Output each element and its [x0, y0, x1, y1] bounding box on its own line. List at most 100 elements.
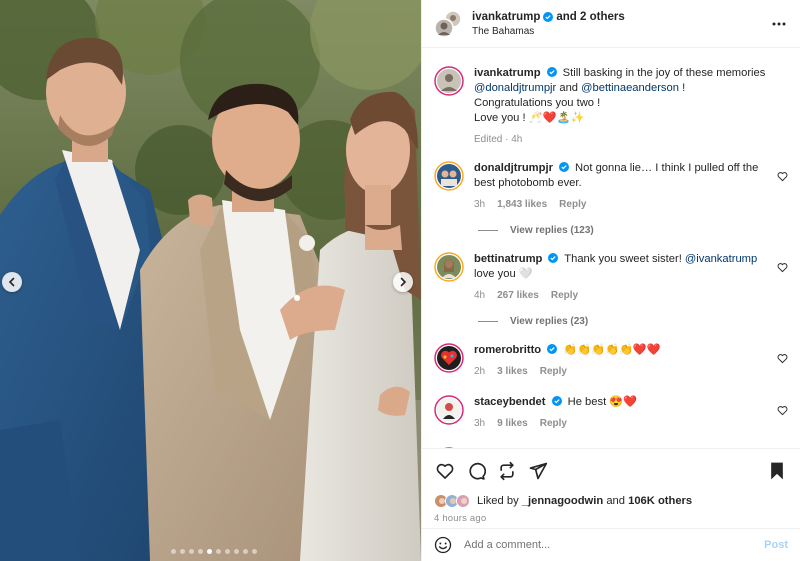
- collab-avatars[interactable]: [434, 9, 462, 38]
- comment: romerobritto 👏👏👏👏👏❤️❤️ 2h 3 likes Reply: [434, 343, 788, 379]
- paper-plane-icon: [529, 462, 548, 480]
- verified-badge-icon: [547, 344, 558, 354]
- comment-time: 3h: [474, 418, 486, 429]
- comment-likes[interactable]: 1,843 likes: [497, 197, 547, 212]
- comment-input[interactable]: [464, 539, 765, 551]
- comment-text: He best 😍❤️: [567, 396, 638, 408]
- carousel-dot: [234, 549, 239, 554]
- post-caption: ivankatrump Still basking in the joy of …: [434, 54, 788, 147]
- reply-button[interactable]: Reply: [540, 364, 567, 379]
- comment-username[interactable]: donaldjtrumpjr: [474, 162, 553, 174]
- chevron-left-icon: [8, 277, 15, 287]
- carousel-dot: [216, 549, 221, 554]
- verified-badge-icon: [558, 162, 569, 172]
- liked-by-label: and: [606, 495, 625, 507]
- liker-avatars[interactable]: [434, 494, 472, 508]
- more-options-button[interactable]: [770, 15, 788, 33]
- divider: [478, 230, 498, 231]
- avatar[interactable]: [434, 252, 464, 282]
- edited-label: Edited · 4h: [474, 134, 523, 145]
- post-header: ivankatrump and 2 others The Bahamas: [422, 0, 800, 48]
- mention-link[interactable]: @bettinaeanderson: [581, 82, 679, 94]
- avatar: [456, 494, 470, 508]
- divider: [478, 321, 498, 322]
- likes-count-link[interactable]: 106K others: [628, 495, 692, 507]
- comment-likes[interactable]: 9 likes: [497, 416, 528, 431]
- previous-photo-button[interactable]: [2, 272, 22, 292]
- bookmark-icon: [771, 462, 783, 480]
- chevron-right-icon: [400, 277, 407, 287]
- share-button[interactable]: [527, 460, 549, 482]
- verified-badge-icon: [551, 396, 562, 406]
- emoji-icon[interactable]: [434, 536, 452, 554]
- comment-text: Thank you sweet sister!: [564, 253, 682, 265]
- comment-icon: [469, 462, 486, 480]
- author-username[interactable]: ivankatrump: [472, 11, 540, 23]
- avatar[interactable]: [434, 343, 464, 373]
- verified-badge-icon: [548, 253, 559, 263]
- carousel-dot: [252, 549, 257, 554]
- heart-icon[interactable]: [777, 171, 788, 182]
- mention-link[interactable]: @donaldjtrumpjr: [474, 82, 556, 94]
- carousel-dot: [198, 549, 203, 554]
- view-replies-label: View replies (123): [510, 225, 594, 236]
- view-replies-label: View replies (23): [510, 316, 589, 327]
- avatar[interactable]: [434, 66, 464, 96]
- caption-username[interactable]: ivankatrump: [474, 67, 541, 79]
- carousel-dot: [243, 549, 248, 554]
- collaborators-link[interactable]: and 2 others: [556, 11, 624, 23]
- heart-icon[interactable]: [777, 262, 788, 273]
- comment: staceybendet He best 😍❤️ 3h 9 likes Repl…: [434, 395, 788, 431]
- comment-time: 3h: [474, 199, 486, 210]
- post-comment-button[interactable]: Post: [764, 539, 788, 551]
- comment-time: 4h: [474, 290, 486, 301]
- comment-username[interactable]: staceybendet: [474, 396, 546, 408]
- header-text: ivankatrump and 2 others The Bahamas: [472, 11, 770, 37]
- reply-button[interactable]: Reply: [559, 197, 586, 212]
- liker-username[interactable]: _jennagoodwin: [522, 495, 603, 507]
- avatar[interactable]: [434, 161, 464, 191]
- view-replies-button[interactable]: View replies (123): [478, 225, 788, 236]
- wedding-photo: [0, 0, 421, 561]
- comment-username[interactable]: bettinatrump: [474, 253, 542, 265]
- mention-link[interactable]: @ivankatrump: [685, 253, 757, 265]
- caption-text: !: [682, 82, 686, 94]
- comment-likes[interactable]: 267 likes: [497, 288, 539, 303]
- post-timestamp[interactable]: 4 hours ago: [434, 513, 788, 524]
- next-photo-button[interactable]: [393, 272, 413, 292]
- view-replies-button[interactable]: View replies (23): [478, 316, 788, 327]
- avatar: [434, 9, 462, 38]
- comment-button[interactable]: [465, 460, 487, 482]
- comment-likes[interactable]: 3 likes: [497, 364, 528, 379]
- carousel-dot: [189, 549, 194, 554]
- post-media: [0, 0, 421, 561]
- like-button[interactable]: [434, 460, 456, 482]
- likes-summary: Liked by _jennagoodwin and 106K others: [434, 494, 788, 508]
- reply-button[interactable]: Reply: [551, 288, 578, 303]
- carousel-dot: [171, 549, 176, 554]
- repost-button[interactable]: [496, 460, 518, 482]
- caption-text: Love you ! 🥂❤️🏝️✨: [474, 112, 585, 124]
- save-button[interactable]: [766, 460, 788, 482]
- carousel-dot: [225, 549, 230, 554]
- carousel-indicator: [171, 549, 257, 554]
- heart-icon[interactable]: [777, 405, 788, 416]
- location-link[interactable]: The Bahamas: [472, 26, 770, 37]
- comment-time: 2h: [474, 366, 486, 377]
- heart-icon[interactable]: [777, 353, 788, 364]
- comments-section[interactable]: ivankatrump Still basking in the joy of …: [422, 54, 800, 448]
- caption-text: Still basking in the joy of these memori…: [562, 67, 766, 79]
- comment: donaldjtrumpjr Not gonna lie… I think I …: [434, 161, 788, 212]
- avatar[interactable]: [434, 395, 464, 425]
- reply-button[interactable]: Reply: [540, 416, 567, 431]
- verified-badge-icon: [546, 67, 557, 77]
- comment: bettinatrump Thank you sweet sister! @iv…: [434, 252, 788, 303]
- heart-icon: [436, 463, 454, 479]
- add-comment-bar: Post: [422, 528, 800, 561]
- caption-text: and: [559, 82, 579, 94]
- ellipsis-icon: [772, 22, 786, 25]
- liked-by-label: Liked by: [477, 495, 519, 507]
- caption-text: Congratulations you two !: [474, 97, 601, 109]
- post-actions: Liked by _jennagoodwin and 106K others 4…: [422, 448, 800, 524]
- comment-username[interactable]: romerobritto: [474, 344, 541, 356]
